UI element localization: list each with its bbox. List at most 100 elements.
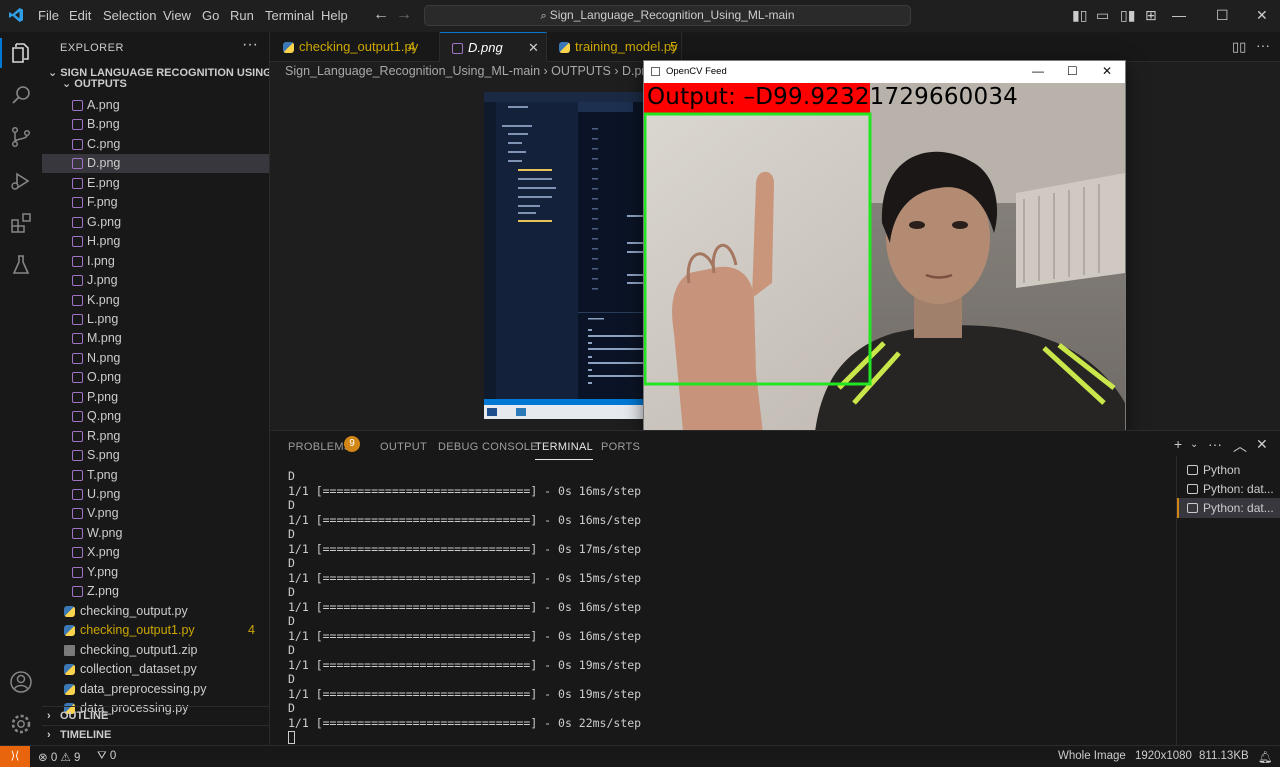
- command-center-search[interactable]: ⌕ Sign_Language_Recognition_Using_ML-mai…: [424, 5, 911, 26]
- image-file-icon: [72, 469, 83, 481]
- terminal-item[interactable]: Python: [1177, 460, 1280, 480]
- list-item[interactable]: M.png: [42, 329, 269, 348]
- list-item[interactable]: checking_output.py: [42, 602, 269, 621]
- list-item[interactable]: B.png: [42, 115, 269, 134]
- menu-run[interactable]: Run: [230, 8, 254, 23]
- minimize-icon[interactable]: —: [1172, 7, 1186, 23]
- list-item[interactable]: data_preprocessing.py: [42, 680, 269, 699]
- menu-file[interactable]: File: [38, 8, 59, 23]
- extensions-icon[interactable]: [9, 211, 33, 235]
- chevron-down-icon[interactable]: ⌄: [1190, 439, 1198, 450]
- account-icon[interactable]: [9, 670, 33, 694]
- back-arrow-icon[interactable]: ←: [373, 6, 389, 24]
- settings-gear-icon[interactable]: [9, 712, 33, 736]
- explorer-icon[interactable]: [9, 41, 33, 65]
- image-view-mode[interactable]: Whole Image: [1058, 750, 1126, 762]
- more-actions-icon[interactable]: ···: [242, 36, 258, 54]
- close-icon[interactable]: ✕: [1102, 64, 1112, 78]
- outline-section[interactable]: › OUTLINE: [42, 706, 269, 725]
- more-actions-icon[interactable]: ···: [1208, 436, 1222, 452]
- terminal-item[interactable]: Python: dat...: [1177, 498, 1280, 518]
- list-item[interactable]: K.png: [42, 291, 269, 310]
- maximize-panel-icon[interactable]: ︿: [1233, 436, 1247, 456]
- list-item[interactable]: E.png: [42, 174, 269, 193]
- list-item[interactable]: V.png: [42, 504, 269, 523]
- file-name: U.png: [87, 487, 121, 501]
- list-item[interactable]: F.png: [42, 193, 269, 212]
- opencv-window[interactable]: OpenCV Feed — ☐ ✕ Output: –D99.923217296…: [643, 60, 1126, 443]
- menu-selection[interactable]: Selection: [103, 8, 156, 23]
- tab-training-model[interactable]: training_model.py 5: [547, 32, 682, 62]
- menu-edit[interactable]: Edit: [69, 8, 91, 23]
- panel-tab-debug-console[interactable]: DEBUG CONSOLE: [438, 441, 538, 453]
- maximize-icon[interactable]: ☐: [1216, 7, 1229, 24]
- list-item[interactable]: R.png: [42, 427, 269, 446]
- chevron-down-icon: ⌄: [62, 78, 75, 87]
- list-item[interactable]: I.png: [42, 252, 269, 271]
- remote-indicator-icon[interactable]: ⟩⟨: [0, 746, 30, 767]
- ports-status[interactable]: ⛛ 0: [97, 750, 116, 763]
- breadcrumb[interactable]: Sign_Language_Recognition_Using_ML-main …: [285, 64, 655, 78]
- timeline-section[interactable]: › TIMELINE: [42, 725, 269, 744]
- toggle-secondary-sidebar-icon[interactable]: ▯▮: [1120, 7, 1135, 24]
- menu-go[interactable]: Go: [202, 8, 219, 23]
- problems-status[interactable]: ⊗ 0 ⚠ 9: [38, 750, 80, 764]
- menu-terminal[interactable]: Terminal: [265, 8, 314, 23]
- tab-problem-count: 4: [408, 39, 416, 54]
- python-file-icon: [64, 664, 75, 676]
- source-control-icon[interactable]: [9, 125, 33, 149]
- list-item[interactable]: D.png: [42, 154, 269, 174]
- folder-outputs[interactable]: ⌄ OUTPUTS: [62, 77, 127, 87]
- panel-tab-ports[interactable]: PORTS: [601, 441, 640, 453]
- toggle-panel-icon[interactable]: ▭: [1096, 7, 1109, 24]
- terminal-item[interactable]: Python: dat...: [1177, 479, 1280, 499]
- panel-tab-output[interactable]: OUTPUT: [380, 441, 427, 453]
- testing-icon[interactable]: [9, 253, 33, 277]
- list-item[interactable]: collection_dataset.py: [42, 660, 269, 679]
- list-item[interactable]: S.png: [42, 446, 269, 465]
- menu-view[interactable]: View: [163, 8, 191, 23]
- maximize-icon[interactable]: ☐: [1067, 64, 1078, 78]
- list-item[interactable]: Q.png: [42, 407, 269, 426]
- run-debug-icon[interactable]: [9, 169, 33, 193]
- close-panel-icon[interactable]: ✕: [1256, 436, 1268, 453]
- menu-help[interactable]: Help: [321, 8, 348, 23]
- list-item[interactable]: U.png: [42, 485, 269, 504]
- list-item[interactable]: G.png: [42, 213, 269, 232]
- list-item[interactable]: Y.png: [42, 563, 269, 582]
- customize-layout-icon[interactable]: ⊞: [1145, 7, 1157, 24]
- file-name: L.png: [87, 311, 119, 326]
- minimize-icon[interactable]: —: [1032, 64, 1044, 78]
- opencv-titlebar[interactable]: OpenCV Feed — ☐ ✕: [644, 61, 1125, 83]
- new-terminal-icon[interactable]: +: [1174, 436, 1182, 452]
- list-item[interactable]: X.png: [42, 543, 269, 562]
- list-item[interactable]: W.png: [42, 524, 269, 543]
- tab-checking-output1[interactable]: checking_output1.py 4: [270, 32, 440, 62]
- forward-arrow-icon[interactable]: →: [396, 6, 412, 24]
- list-item[interactable]: C.png: [42, 135, 269, 154]
- list-item[interactable]: P.png: [42, 388, 269, 407]
- tab-label: training_model.py: [575, 39, 678, 54]
- notifications-bell-icon[interactable]: 🔔︎: [1258, 750, 1273, 764]
- list-item[interactable]: Z.png: [42, 582, 269, 601]
- search-icon[interactable]: [9, 83, 33, 107]
- terminal-line: 1/1 [==============================] - 0…: [288, 512, 642, 527]
- tab-close-icon[interactable]: ✕: [528, 33, 539, 63]
- split-editor-icon[interactable]: ▯▯: [1232, 39, 1246, 55]
- toggle-sidebar-icon[interactable]: ▮▯: [1072, 7, 1087, 24]
- more-actions-icon[interactable]: ···: [1256, 37, 1270, 53]
- list-item[interactable]: H.png: [42, 232, 269, 251]
- list-item[interactable]: A.png: [42, 96, 269, 115]
- list-item[interactable]: L.png: [42, 310, 269, 329]
- list-item[interactable]: O.png: [42, 368, 269, 387]
- list-item[interactable]: N.png: [42, 349, 269, 368]
- list-item[interactable]: J.png: [42, 271, 269, 290]
- panel-tab-problems[interactable]: PROBLEMS: [288, 441, 352, 453]
- list-item[interactable]: checking_output1.py 4: [42, 621, 269, 640]
- list-item[interactable]: T.png: [42, 466, 269, 485]
- close-window-icon[interactable]: ✕: [1256, 7, 1268, 24]
- list-item[interactable]: checking_output1.zip: [42, 641, 269, 660]
- panel-tab-terminal[interactable]: TERMINAL: [535, 441, 594, 460]
- terminal-icon: [1187, 503, 1198, 513]
- tab-d-png[interactable]: D.png ✕: [440, 32, 547, 62]
